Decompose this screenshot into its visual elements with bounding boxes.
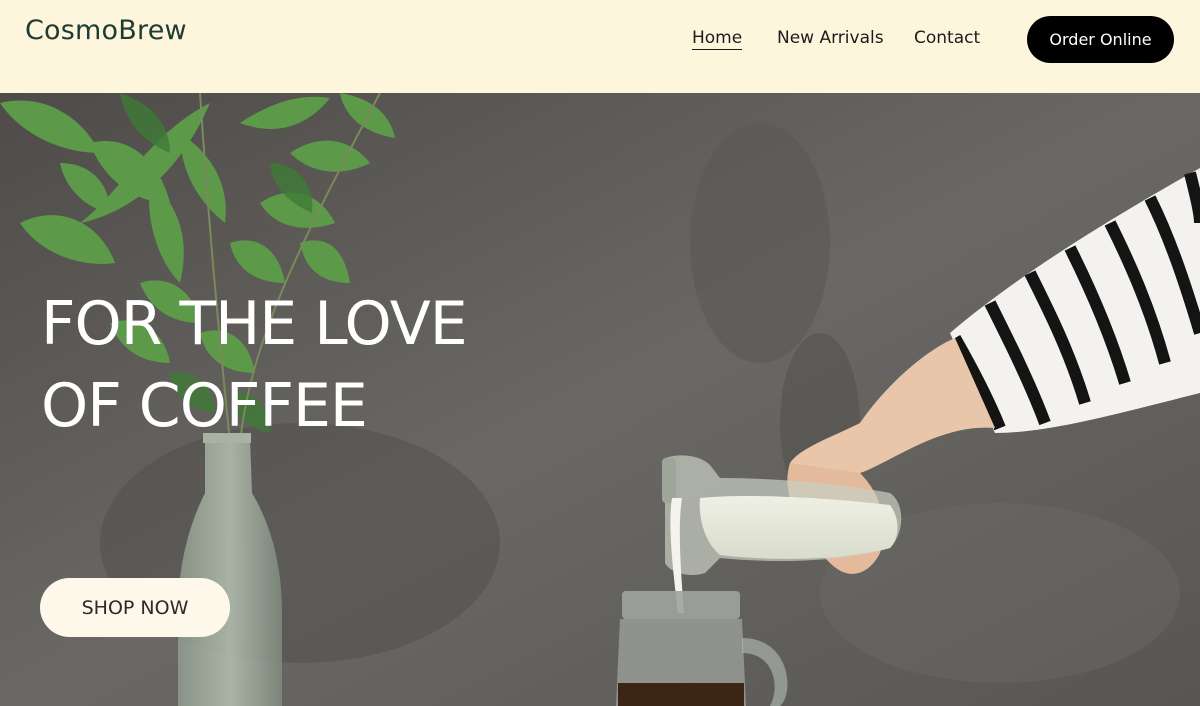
hero-headline-line-2: OF COFFEE — [41, 371, 368, 441]
order-online-button[interactable]: Order Online — [1027, 16, 1174, 63]
hero-section: FOR THE LOVE OF COFFEE SHOP NOW — [0, 93, 1200, 706]
nav-link-contact[interactable]: Contact — [914, 28, 980, 48]
main-nav: Home New Arrivals Contact — [0, 28, 1200, 52]
hero-headline: FOR THE LOVE OF COFFEE — [41, 283, 468, 447]
shop-now-button[interactable]: SHOP NOW — [40, 578, 230, 637]
site-header: CosmoBrew Home New Arrivals Contact Orde… — [0, 0, 1200, 93]
nav-link-new-arrivals[interactable]: New Arrivals — [777, 28, 884, 48]
hero-headline-line-1: FOR THE LOVE — [41, 289, 468, 359]
nav-link-home[interactable]: Home — [692, 28, 743, 50]
